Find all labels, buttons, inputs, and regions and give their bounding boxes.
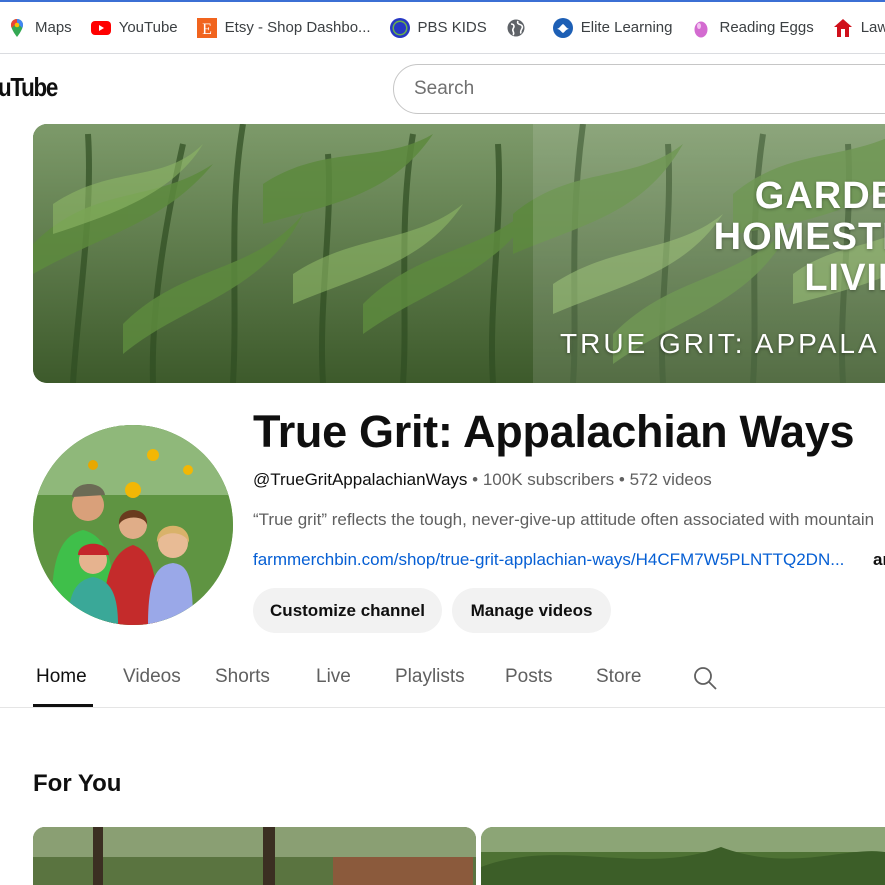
globe-icon <box>506 18 526 38</box>
active-tab-indicator <box>33 704 93 707</box>
banner-line: HOMESTEA <box>713 216 885 258</box>
channel-tabs: Home Videos Shorts Live Playlists Posts … <box>0 650 885 708</box>
channel-handle: @TrueGritAppalachianWays <box>253 470 468 489</box>
maps-pin-icon <box>7 18 27 38</box>
tab-posts[interactable]: Posts <box>505 666 553 688</box>
bookmark-reading-eggs[interactable]: Reading Eggs <box>691 18 814 38</box>
channel-description[interactable]: “True grit” reflects the tough, never-gi… <box>253 510 874 530</box>
tab-live[interactable]: Live <box>316 666 351 688</box>
thumbnail-image <box>481 827 885 885</box>
video-thumbnail[interactable] <box>33 827 476 885</box>
reading-eggs-icon <box>691 18 711 38</box>
channel-banner: GARDENI HOMESTEA LIVING TRUE GRIT: APPAL… <box>33 124 885 383</box>
bookmark-label: Lawson <box>860 19 885 36</box>
more-links[interactable]: and <box>873 550 885 570</box>
bookmark-label: PBS KIDS <box>417 19 487 36</box>
banner-line: GARDENI <box>754 175 885 217</box>
thumbnail-image <box>33 827 476 885</box>
etsy-icon: E <box>196 17 217 38</box>
tab-home[interactable]: Home <box>36 666 87 688</box>
youtube-icon <box>90 18 111 38</box>
search-icon[interactable] <box>692 665 718 691</box>
meta-separator: • <box>467 470 483 489</box>
banner-line: LIVING <box>804 257 885 299</box>
bookmark-maps[interactable]: Maps <box>7 18 72 38</box>
bookmark-lawson[interactable]: Lawson <box>833 18 885 38</box>
channel-link[interactable]: farmmerchbin.com/shop/true-grit-applachi… <box>253 550 844 570</box>
meta-separator: • <box>614 470 630 489</box>
lawson-icon <box>833 18 853 38</box>
bookmarks-bar: Maps YouTube E Etsy - Shop Dashbo... PBS… <box>0 0 885 54</box>
tab-shorts[interactable]: Shorts <box>215 666 270 688</box>
banner-headline: GARDENI HOMESTEA LIVING <box>714 176 885 299</box>
family-photo <box>33 425 233 625</box>
pbs-kids-icon <box>389 17 410 38</box>
bookmark-label: Elite Learning <box>580 19 673 36</box>
bookmark-globe[interactable] <box>506 18 534 38</box>
bookmark-pbs-kids[interactable]: PBS KIDS <box>389 17 487 38</box>
bookmark-label: Maps <box>35 19 72 36</box>
svg-text:E: E <box>202 21 212 38</box>
youtube-logo[interactable]: uTube <box>0 72 58 103</box>
bookmark-youtube[interactable]: YouTube <box>90 18 178 38</box>
bookmark-elite-learning[interactable]: Elite Learning <box>552 17 673 38</box>
bookmark-label: Reading Eggs <box>719 19 814 36</box>
channel-avatar[interactable] <box>33 425 233 625</box>
banner-subtitle: TRUE GRIT: APPALA <box>560 328 880 359</box>
channel-title: True Grit: Appalachian Ways <box>253 406 855 457</box>
subscriber-count: 100K subscribers <box>482 470 615 489</box>
tab-playlists[interactable]: Playlists <box>395 666 465 688</box>
customize-channel-button[interactable]: Customize channel <box>253 588 442 633</box>
channel-meta: @TrueGritAppalachianWays • 100K subscrib… <box>253 470 712 490</box>
search-input[interactable] <box>393 64 885 114</box>
bookmark-label: Etsy - Shop Dashbo... <box>224 19 371 36</box>
bookmark-etsy[interactable]: E Etsy - Shop Dashbo... <box>196 17 371 38</box>
manage-videos-button[interactable]: Manage videos <box>452 588 611 633</box>
video-thumbnail[interactable] <box>481 827 885 885</box>
elite-learning-icon <box>552 17 573 38</box>
section-title: For You <box>33 770 122 797</box>
video-count: 572 videos <box>629 470 712 489</box>
bookmark-label: YouTube <box>118 19 178 36</box>
tab-videos[interactable]: Videos <box>123 666 181 688</box>
tab-store[interactable]: Store <box>596 666 641 688</box>
